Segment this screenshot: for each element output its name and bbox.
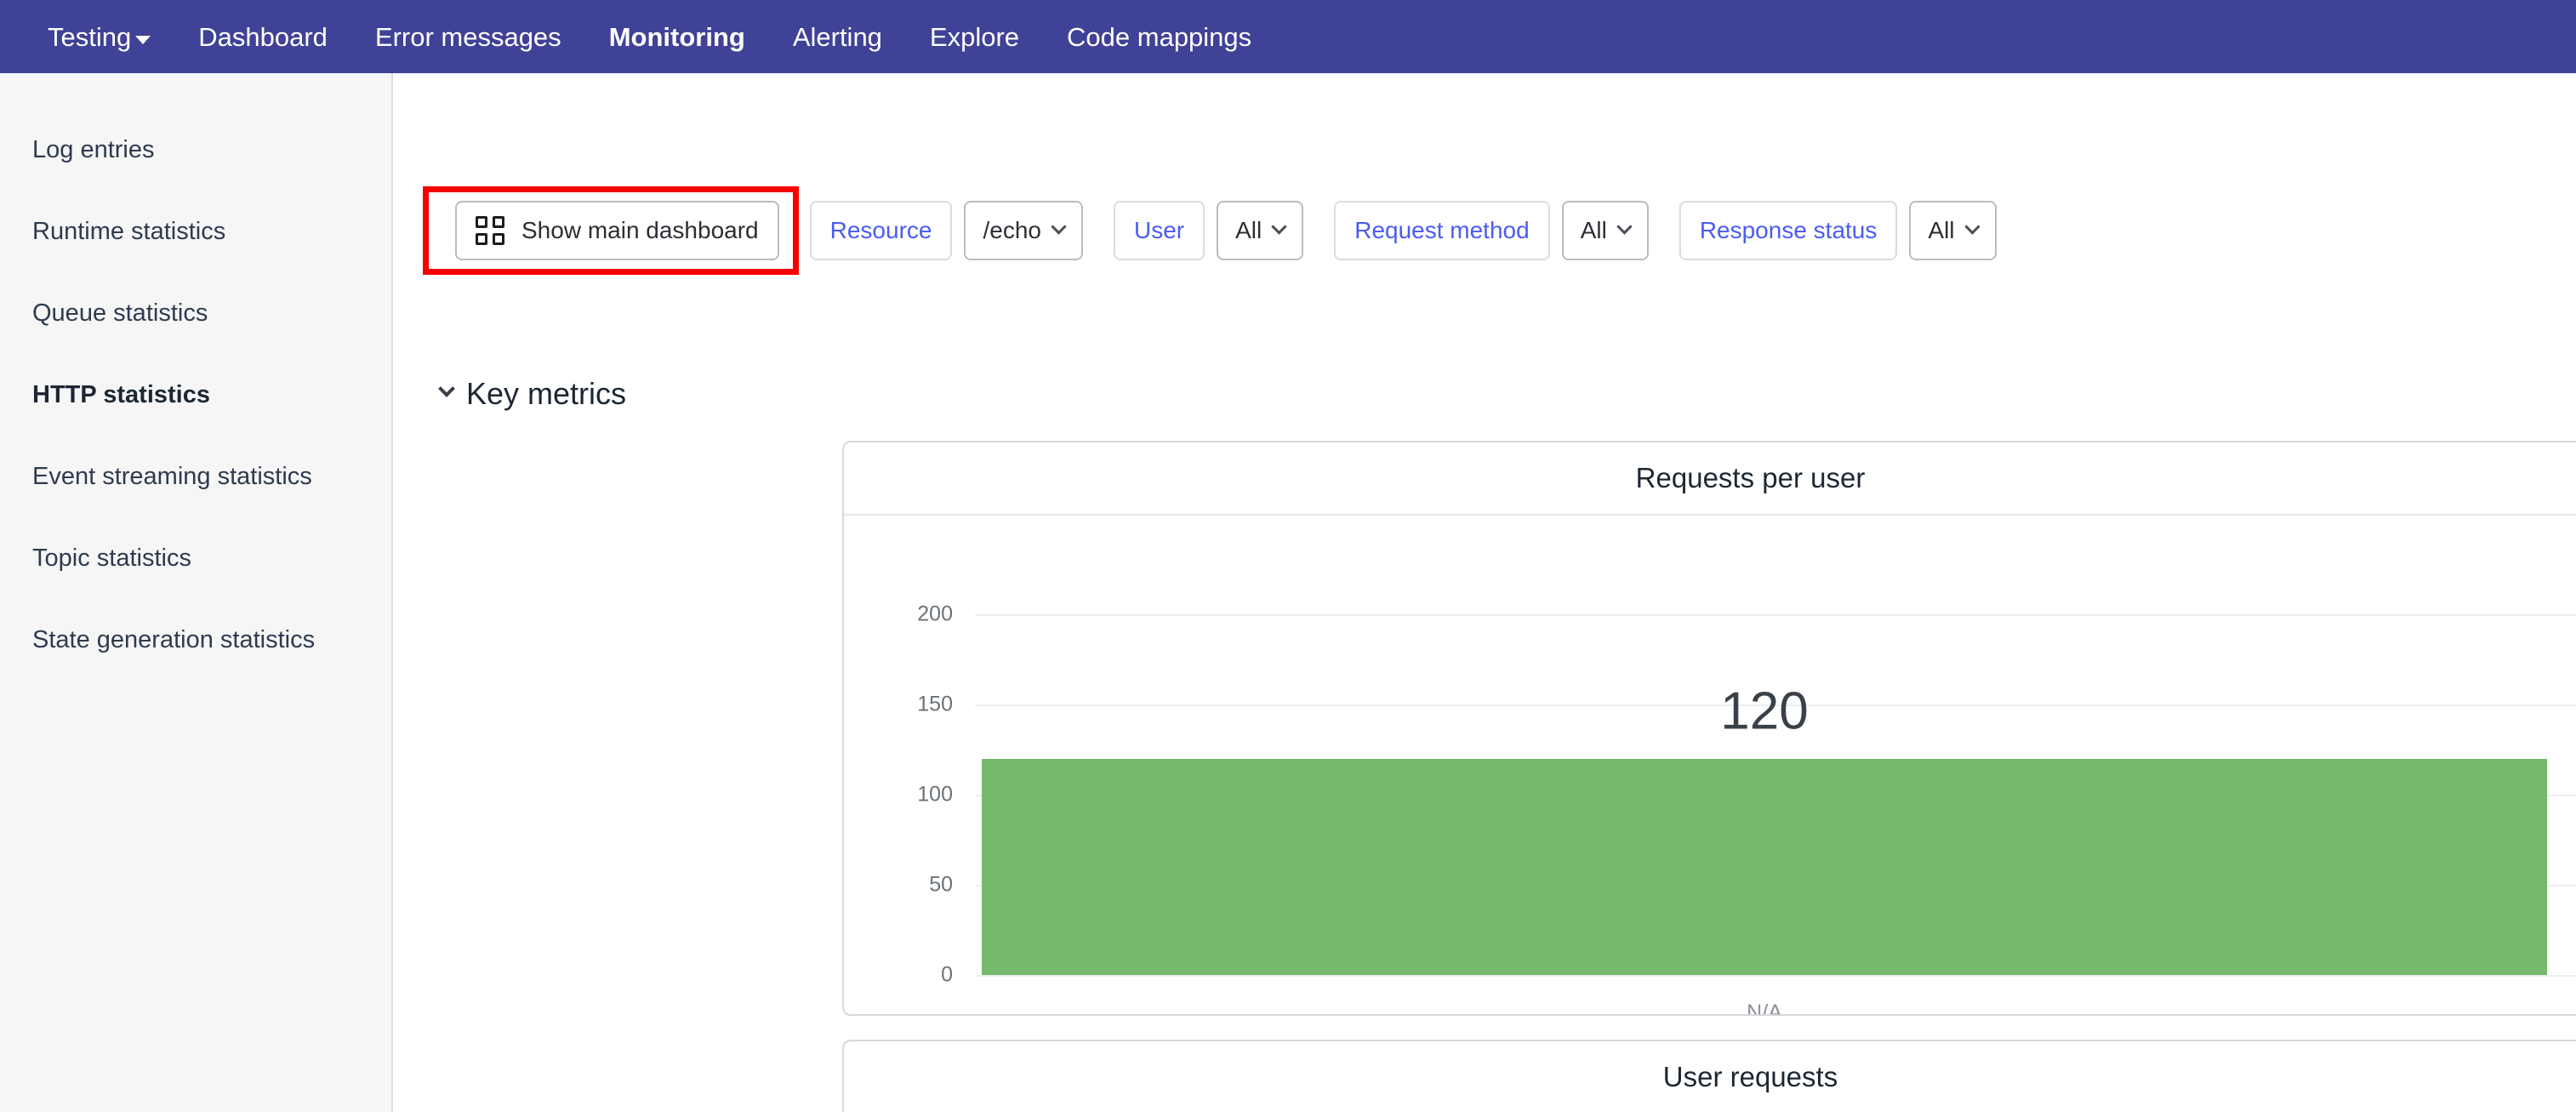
sidebar-item-log-entries[interactable]: Log entries: [0, 109, 391, 191]
chevron-down-icon: [1051, 219, 1066, 234]
panel-requests-per-user: Requests per user 200 150 100 50 0 120 N…: [842, 441, 2576, 1016]
sidebar-item-runtime-statistics[interactable]: Runtime statistics: [0, 191, 391, 272]
y-axis-tick-label: 150: [844, 693, 953, 717]
filter-resource-select[interactable]: /echo: [964, 201, 1083, 260]
gridline: [975, 975, 2576, 977]
filter-request-method-label[interactable]: Request method: [1334, 201, 1549, 260]
show-main-dashboard-label: Show main dashboard: [521, 217, 759, 244]
chart-requests-per-user[interactable]: 200 150 100 50 0 120 N/A: [844, 516, 2576, 1016]
sidebar: Log entries Runtime statistics Queue sta…: [0, 73, 393, 1112]
show-main-dashboard-button[interactable]: Show main dashboard: [455, 201, 779, 260]
x-axis-tick-label: N/A: [1747, 1001, 1782, 1016]
grid-icon: [476, 216, 504, 245]
filter-toolbar: Show main dashboard Resource /echo User …: [439, 199, 1997, 262]
nav-item-label: Testing: [48, 24, 131, 50]
chevron-down-icon: [1964, 219, 1980, 234]
sidebar-item-state-generation-statistics[interactable]: State generation statistics: [0, 599, 391, 681]
filter-request-method: Request method All: [1334, 201, 1649, 260]
bar-value-label: 120: [1720, 681, 1808, 742]
filter-user-value: All: [1235, 217, 1262, 244]
panel-user-requests: User requests 30: [842, 1040, 2576, 1112]
nav-item-testing[interactable]: Testing: [24, 24, 174, 50]
key-metrics-label: Key metrics: [466, 376, 626, 412]
filter-request-method-value: All: [1581, 217, 1607, 244]
top-navbar: Testing Dashboard Error messages Monitor…: [0, 0, 2576, 73]
nav-item-monitoring[interactable]: Monitoring: [585, 24, 769, 50]
gridline: [975, 614, 2576, 616]
filter-user-select[interactable]: All: [1217, 201, 1303, 260]
panel-title: User requests: [844, 1041, 2576, 1112]
caret-down-icon: [135, 36, 151, 44]
chevron-down-icon: [438, 380, 455, 397]
filter-response-status: Response status All: [1679, 201, 1997, 260]
sidebar-item-topic-statistics[interactable]: Topic statistics: [0, 517, 391, 599]
filter-response-status-label[interactable]: Response status: [1679, 201, 1898, 260]
y-axis-tick-label: 200: [844, 602, 953, 627]
chevron-down-icon: [1272, 219, 1287, 234]
main-content: Show main dashboard Resource /echo User …: [395, 73, 2576, 1112]
filter-user-label[interactable]: User: [1114, 201, 1205, 260]
filter-user: User All: [1114, 201, 1303, 260]
nav-item-explore[interactable]: Explore: [906, 24, 1043, 50]
nav-item-code-mappings[interactable]: Code mappings: [1043, 24, 1275, 50]
y-axis-tick-label: 100: [844, 783, 953, 807]
panel-title: Requests per user: [844, 442, 2576, 516]
sidebar-item-http-statistics[interactable]: HTTP statistics: [0, 354, 391, 436]
filter-request-method-select[interactable]: All: [1562, 201, 1649, 260]
nav-item-alerting[interactable]: Alerting: [769, 24, 906, 50]
nav-item-dashboard[interactable]: Dashboard: [174, 24, 351, 50]
y-axis-tick-label: 50: [844, 873, 953, 898]
sidebar-item-event-streaming-statistics[interactable]: Event streaming statistics: [0, 436, 391, 517]
sidebar-item-queue-statistics[interactable]: Queue statistics: [0, 272, 391, 354]
bar-segment[interactable]: [982, 759, 2547, 975]
key-metrics-section-header[interactable]: Key metrics: [441, 376, 626, 412]
filter-response-status-select[interactable]: All: [1909, 201, 1996, 260]
filter-resource: Resource /echo: [810, 201, 1083, 260]
filter-resource-value: /echo: [983, 217, 1041, 244]
filter-response-status-value: All: [1928, 217, 1954, 244]
y-axis-tick-label: 0: [844, 963, 953, 988]
nav-item-error-messages[interactable]: Error messages: [351, 24, 585, 50]
filter-resource-label[interactable]: Resource: [810, 201, 953, 260]
chevron-down-icon: [1616, 219, 1632, 234]
